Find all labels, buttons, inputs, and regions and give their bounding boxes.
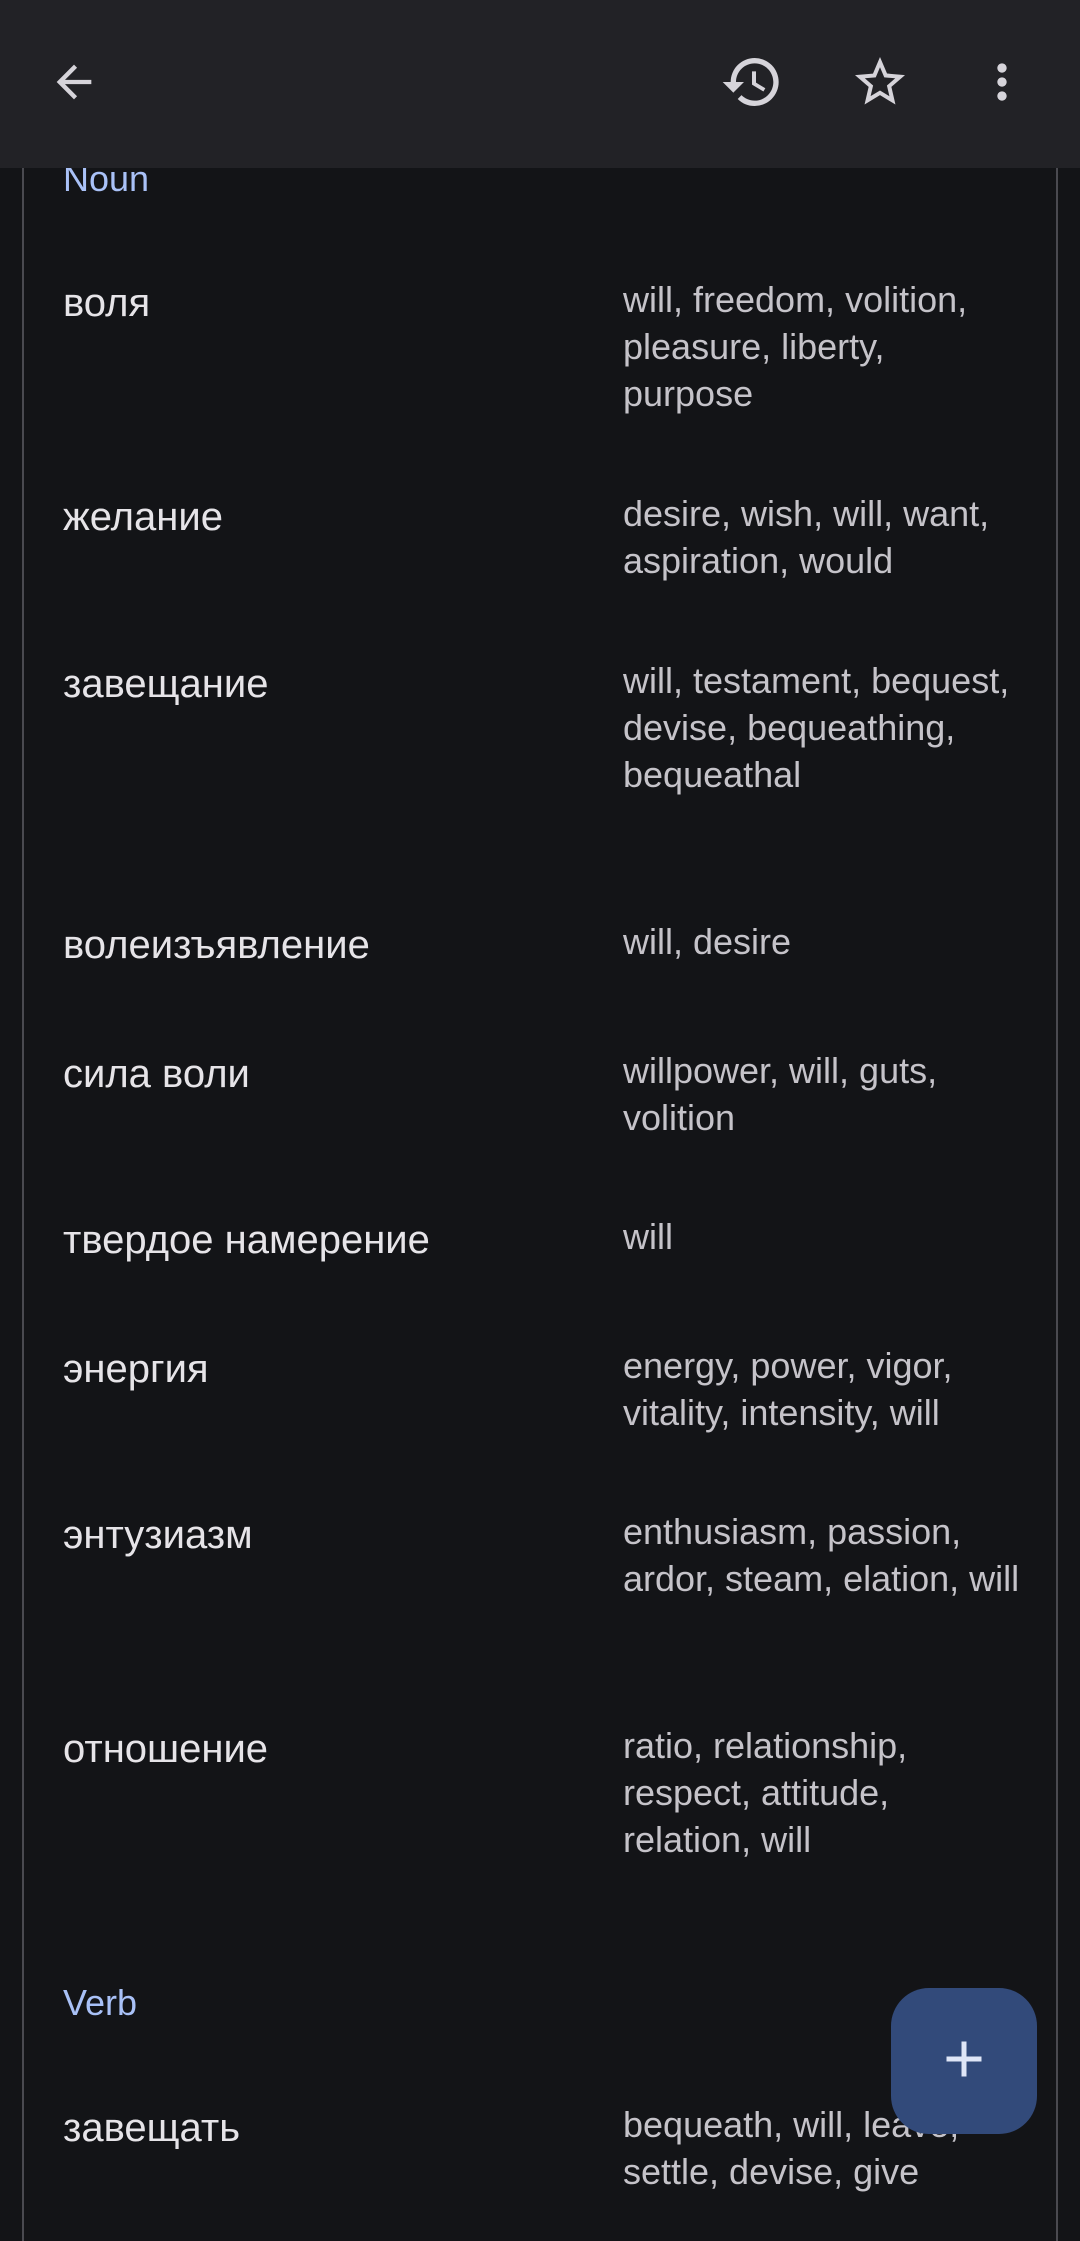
more-options-button[interactable] (956, 38, 1048, 130)
top-app-bar (0, 0, 1080, 168)
plus-icon (934, 2029, 994, 2094)
arrow-left-icon (48, 56, 100, 113)
history-icon (720, 50, 784, 119)
translation-screen: Noun воля will, freedom, volition, pleas… (0, 0, 1080, 2241)
back-button[interactable] (28, 38, 120, 130)
favorite-button[interactable] (834, 38, 926, 130)
star-outline-icon (850, 52, 910, 117)
more-vert-icon (974, 54, 1030, 115)
history-button[interactable] (706, 38, 798, 130)
dictionary-card (22, 150, 1058, 2241)
add-button[interactable] (891, 1988, 1037, 2134)
